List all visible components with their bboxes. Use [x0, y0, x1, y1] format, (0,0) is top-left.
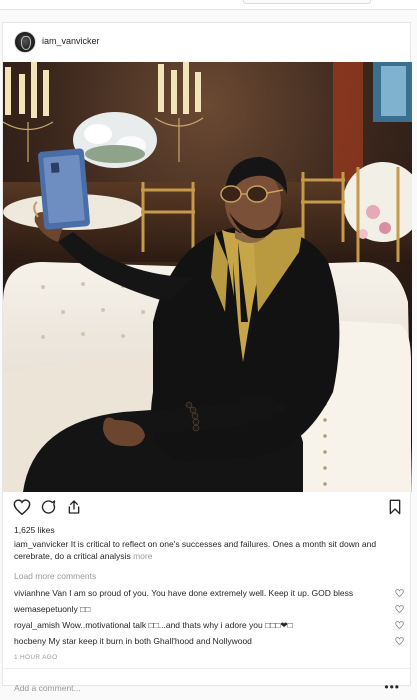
post-timestamp[interactable]: 1 HOUR AGO: [14, 654, 57, 661]
avatar[interactable]: [14, 31, 36, 53]
instagram-post: iam_vanvicker 1,625 likes iam_vanvicker …: [2, 22, 412, 694]
comment-icon[interactable]: [40, 499, 57, 515]
heart-icon[interactable]: [13, 499, 31, 515]
comment-item: hocbeny My star keep it burn in both Gha…: [14, 636, 404, 647]
likes-count[interactable]: 1,625 likes: [14, 525, 55, 535]
small-heart-icon[interactable]: [395, 621, 404, 629]
comment-user[interactable]: royal_amish: [14, 620, 60, 630]
more-options-icon[interactable]: •••: [384, 680, 400, 694]
comment-text: Wow..motivational talk □□...and thats wh…: [62, 620, 293, 630]
photo-illustration: [3, 62, 412, 492]
share-icon[interactable]: [66, 499, 82, 515]
post-caption: iam_vanvicker It is critical to reflect …: [14, 538, 409, 562]
load-more-comments-link[interactable]: Load more comments: [14, 571, 96, 581]
comment-text: My star keep it burn in both Ghall'hood …: [48, 636, 252, 646]
comment-user[interactable]: vivianhne: [14, 588, 50, 598]
caption-author[interactable]: iam_vanvicker: [14, 539, 68, 549]
search-box[interactable]: [243, 0, 371, 4]
bookmark-icon[interactable]: [388, 499, 402, 515]
post-header: iam_vanvicker: [3, 23, 410, 61]
caption-text: It is critical to reflect on one's succe…: [14, 539, 377, 561]
divider: [3, 668, 410, 669]
small-heart-icon[interactable]: [395, 589, 404, 597]
small-heart-icon[interactable]: [395, 637, 404, 645]
comment-text: Van I am so proud of you. You have done …: [52, 588, 354, 598]
comment-item: wemasepetuonly □□: [14, 604, 404, 615]
add-comment-input[interactable]: Add a comment...: [14, 683, 81, 693]
post-actions-bar: [3, 497, 410, 519]
post-username[interactable]: iam_vanvicker: [42, 36, 100, 46]
comment-user[interactable]: hocbeny: [14, 636, 46, 646]
comment-item: vivianhne Van I am so proud of you. You …: [14, 588, 404, 599]
post-photo[interactable]: [3, 62, 412, 492]
comment-text: □□: [80, 604, 91, 614]
caption-more-link[interactable]: more: [133, 551, 152, 561]
comment-item: royal_amish Wow..motivational talk □□...…: [14, 620, 404, 631]
top-navigation-bar: [0, 0, 417, 10]
small-heart-icon[interactable]: [395, 605, 404, 613]
comment-user[interactable]: wemasepetuonly: [14, 604, 78, 614]
